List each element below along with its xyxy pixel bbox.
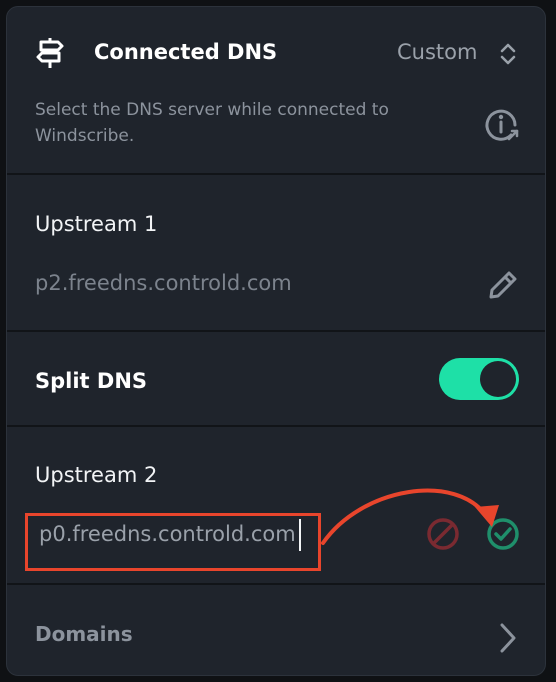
divider (7, 173, 545, 175)
dns-mode-value: Custom (397, 40, 478, 64)
split-dns-label: Split DNS (35, 369, 148, 393)
divider (7, 425, 545, 427)
dns-description: Select the DNS server while connected to… (35, 100, 389, 146)
divider (7, 330, 545, 332)
split-dns-toggle[interactable] (439, 358, 519, 400)
connected-dns-panel: Connected DNS Custom Select the DNS serv… (6, 6, 546, 676)
chevron-up-down-icon (500, 43, 516, 65)
domains-row[interactable]: Domains (7, 585, 545, 675)
info-icon[interactable] (485, 107, 521, 143)
signpost-icon (36, 38, 64, 68)
page-title: Connected DNS (94, 40, 278, 64)
upstream2-label: Upstream 2 (35, 463, 158, 487)
toggle-knob (480, 361, 516, 397)
domains-label: Domains (35, 622, 133, 646)
upstream2-input[interactable]: p0.freedns.controld.com (39, 522, 296, 546)
pencil-icon[interactable] (485, 267, 521, 303)
chevron-right-icon (500, 623, 516, 653)
dns-mode-select[interactable]: Custom (395, 37, 525, 71)
annotation-arrow (321, 488, 499, 545)
upstream1-label: Upstream 1 (35, 212, 158, 236)
upstream1-value[interactable]: p2.freedns.controld.com (35, 271, 292, 295)
text-caret (299, 519, 301, 551)
